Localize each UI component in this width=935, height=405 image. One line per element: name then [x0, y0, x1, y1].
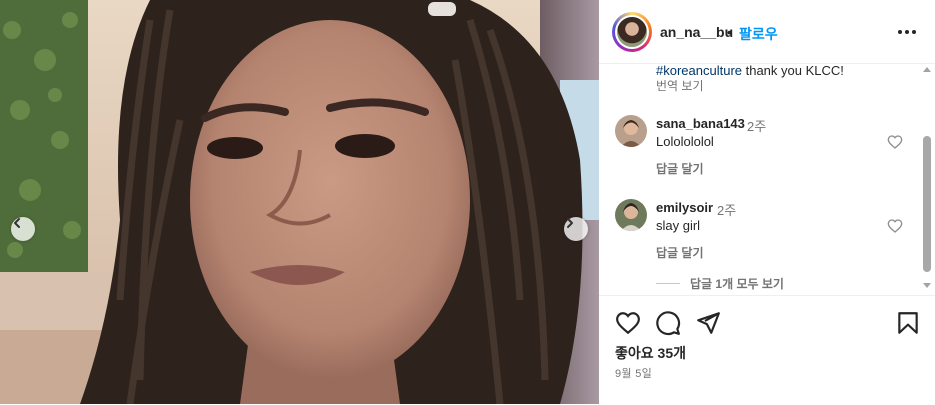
next-media-button[interactable] [564, 217, 588, 241]
author-avatar[interactable] [612, 12, 652, 52]
comment-item: sana_bana143 2주 Lololololol 답글 달기 [599, 113, 919, 183]
commenter-avatar[interactable] [615, 115, 647, 147]
send-icon[interactable] [695, 310, 721, 336]
reply-button[interactable]: 답글 달기 [656, 160, 704, 177]
follow-button[interactable]: 팔로우 [739, 24, 778, 44]
post-media[interactable] [0, 0, 599, 404]
post-actions: 좋아요 35개 9월 5일 [599, 295, 935, 405]
comment-like-heart-icon[interactable] [887, 218, 903, 234]
author-username[interactable]: an_na__bu [660, 24, 733, 40]
comment-icon[interactable] [655, 310, 681, 336]
comment-item: emilysoir 2주 slay girl 답글 달기 [599, 197, 919, 267]
scroll-up-arrow[interactable] [923, 67, 931, 72]
comment-time: 2주 [717, 203, 737, 218]
hashtag-link[interactable]: #koreanculture [656, 63, 742, 78]
more-horizontal-icon [898, 30, 916, 34]
commenter-username[interactable]: sana_bana143 [656, 116, 745, 131]
chevron-left-icon [14, 218, 20, 228]
comment-text: slay girl [656, 218, 701, 233]
comments-section[interactable]: #koreanculture thank you KLCC! 번역 보기 san… [599, 63, 935, 295]
bookmark-icon[interactable] [895, 310, 921, 336]
comment-text: Lololololol [656, 134, 714, 149]
post-header: an_na__bu • 팔로우 [599, 0, 935, 64]
previous-media-button[interactable] [11, 217, 35, 241]
post-side-panel: an_na__bu • 팔로우 #koreanculture thank you… [599, 0, 935, 404]
view-replies-button[interactable]: 답글 1개 모두 보기 [656, 275, 784, 292]
divider-line [656, 283, 680, 284]
translate-link[interactable]: 번역 보기 [656, 77, 704, 94]
more-options-button[interactable] [897, 22, 917, 42]
chevron-right-icon [567, 218, 573, 228]
separator-dot: • [727, 24, 732, 40]
comments-scrollbar[interactable] [920, 63, 934, 293]
reply-button[interactable]: 답글 달기 [656, 244, 704, 261]
commenter-avatar[interactable] [615, 199, 647, 231]
view-replies-label: 답글 1개 모두 보기 [690, 277, 784, 291]
scroll-down-arrow[interactable] [923, 283, 931, 288]
heart-icon[interactable] [615, 310, 641, 336]
comment-time: 2주 [747, 119, 767, 134]
portrait-photo [0, 0, 599, 404]
likes-count[interactable]: 좋아요 35개 [615, 343, 686, 363]
comment-like-heart-icon[interactable] [887, 134, 903, 150]
caption-body: thank you KLCC! [742, 63, 844, 78]
commenter-username[interactable]: emilysoir [656, 200, 713, 215]
scroll-thumb[interactable] [923, 136, 931, 272]
post-date[interactable]: 9월 5일 [615, 365, 652, 381]
